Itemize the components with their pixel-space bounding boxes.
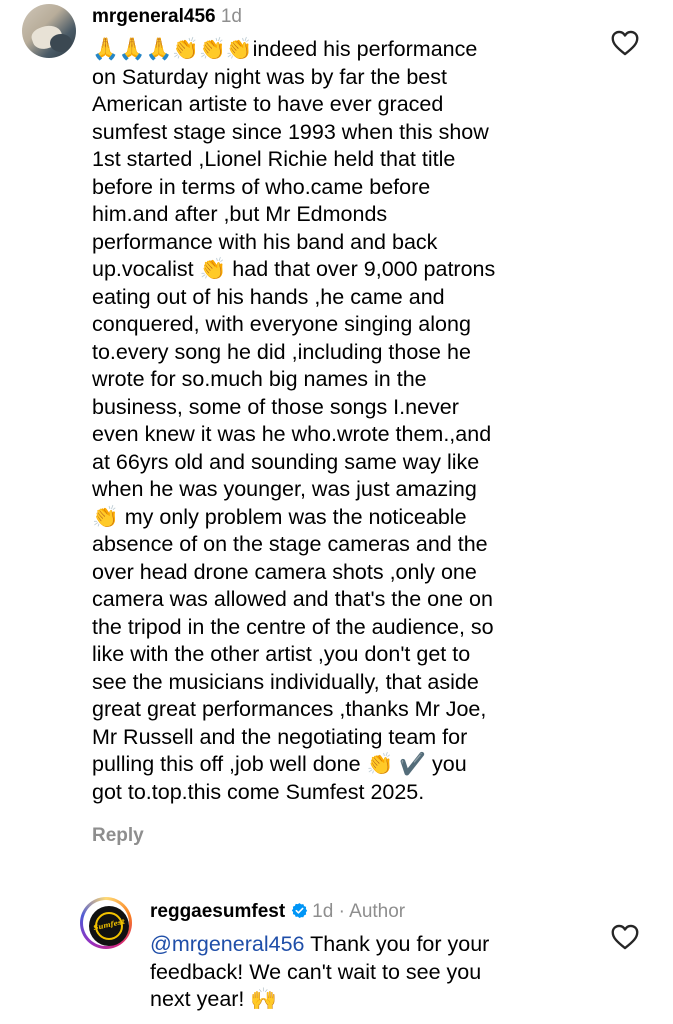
heart-outline-icon[interactable] xyxy=(611,30,639,56)
separator: · xyxy=(338,901,345,922)
comment-text: 🙏🙏🙏👏👏👏indeed his performance on Saturday… xyxy=(92,37,496,804)
mention-link[interactable]: @mrgeneral456 xyxy=(150,932,305,956)
comment-header: mrgeneral456 1d xyxy=(92,6,242,28)
heart-outline-icon[interactable] xyxy=(611,924,639,950)
username[interactable]: mrgeneral456 xyxy=(92,6,216,27)
comment-mrgeneral456: mrgeneral456 1d 🙏🙏🙏👏👏👏indeed his perform… xyxy=(0,0,673,860)
reply-text: @mrgeneral456 Thank you for your feedbac… xyxy=(150,931,590,1014)
avatar-story-ring[interactable]: Sumfest xyxy=(80,897,132,949)
username[interactable]: reggaesumfest xyxy=(150,901,285,922)
avatar[interactable] xyxy=(22,4,76,58)
timestamp: 1d xyxy=(312,901,334,922)
avatar[interactable]: Sumfest xyxy=(89,906,129,946)
timestamp: 1d xyxy=(220,6,242,27)
reply-header: reggaesumfest 1d · Author xyxy=(150,901,405,923)
verified-badge-icon xyxy=(292,903,308,918)
author-label: Author xyxy=(349,901,406,922)
reply-button[interactable]: Reply xyxy=(92,825,144,847)
